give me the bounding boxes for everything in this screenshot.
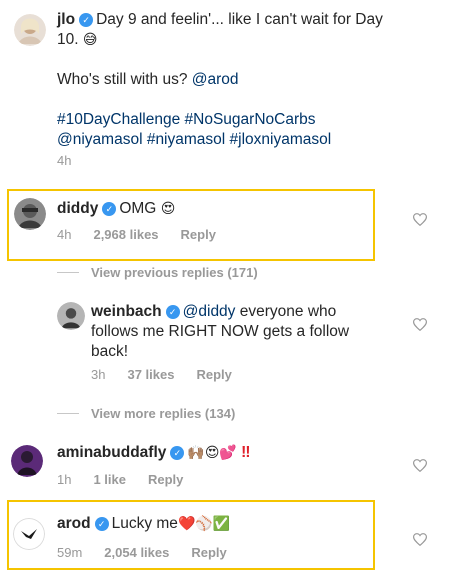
heart-baseball-check-emoji: ❤️⚾✅: [177, 516, 231, 532]
replies-divider-line: [57, 272, 79, 273]
comment-likes[interactable]: 37 likes: [127, 367, 174, 382]
comment-meta-weinbach: 3h 37 likes Reply: [91, 367, 254, 382]
reply-button[interactable]: Reply: [148, 472, 183, 487]
verified-badge-icon: [94, 517, 109, 531]
comment-meta-aminabuddafly: 1h 1 like Reply: [57, 472, 205, 487]
caption-line-1: Day 9 and feelin'... like I can't wait f…: [96, 11, 383, 28]
comment-text-diddy: OMG: [119, 200, 157, 217]
post-caption: jlo Day 9 and feelin'... like I can't wai…: [57, 10, 437, 150]
comment-meta-diddy: 4h 2,968 likes Reply: [57, 227, 238, 242]
view-more-replies-link[interactable]: View more replies (134): [91, 406, 235, 421]
sweat-smile-emoji: 😅: [82, 32, 98, 48]
comment-username-arod[interactable]: arod: [57, 515, 91, 532]
reply-button[interactable]: Reply: [196, 367, 231, 382]
comment-time: 4h: [57, 227, 72, 242]
mention-arod[interactable]: @arod: [192, 71, 239, 88]
reply-button[interactable]: Reply: [191, 545, 226, 560]
comment-aminabuddafly: aminabuddafly 🙌🏽😍💕 ‼: [57, 443, 251, 463]
post-username[interactable]: jlo: [57, 11, 75, 28]
comment-likes[interactable]: 1 like: [93, 472, 126, 487]
double-exclamation-emoji: ‼: [241, 444, 251, 461]
comment-text-line-3: back!: [91, 343, 129, 360]
avatar-arod[interactable]: [13, 518, 45, 550]
verified-badge-icon: [79, 13, 94, 27]
comment-username-weinbach[interactable]: weinbach: [91, 303, 162, 320]
heart-eyes-emoji: 😍: [160, 201, 176, 217]
like-heart-icon[interactable]: [413, 459, 427, 472]
comment-arod: arod Lucky me❤️⚾✅: [57, 514, 230, 534]
caption-question: Who's still with us?: [57, 71, 188, 88]
verified-badge-icon: [170, 446, 185, 460]
avatar-jlo[interactable]: [14, 14, 46, 46]
comment-diddy: diddy OMG 😍: [57, 199, 175, 219]
comment-likes[interactable]: 2,968 likes: [93, 227, 158, 242]
hashtags-line-2[interactable]: @niyamasol #niyamasol #jloxniyamasol: [57, 130, 437, 150]
caption-line-2: 10.: [57, 31, 79, 48]
view-previous-replies-link[interactable]: View previous replies (171): [91, 265, 258, 280]
emoji-reaction: 🙌🏽😍💕: [187, 445, 237, 461]
verified-badge-icon: [165, 305, 180, 319]
comment-time: 3h: [91, 367, 106, 382]
avatar-weinbach[interactable]: [57, 302, 85, 330]
comment-time: 59m: [57, 545, 83, 560]
comment-weinbach: weinbach @diddy everyone who follows me R…: [91, 302, 391, 362]
comment-text-line-1: everyone who: [239, 303, 337, 320]
hashtags-line-1[interactable]: #10DayChallenge #NoSugarNoCarbs: [57, 110, 437, 130]
like-heart-icon[interactable]: [413, 533, 427, 546]
avatar-aminabuddafly[interactable]: [11, 445, 43, 477]
reply-button[interactable]: Reply: [181, 227, 216, 242]
comment-text-arod: Lucky me: [111, 515, 178, 532]
comment-text-line-2: follows me RIGHT NOW gets a follow: [91, 323, 350, 340]
comment-likes[interactable]: 2,054 likes: [104, 545, 169, 560]
verified-badge-icon: [102, 202, 117, 216]
like-heart-icon[interactable]: [413, 213, 427, 226]
comment-username-aminabuddafly[interactable]: aminabuddafly: [57, 444, 166, 461]
comment-time: 1h: [57, 472, 72, 487]
mention-diddy[interactable]: @diddy: [183, 303, 236, 320]
post-time: 4h: [57, 153, 72, 168]
like-heart-icon[interactable]: [413, 318, 427, 331]
avatar-diddy[interactable]: [14, 198, 46, 230]
comment-username-diddy[interactable]: diddy: [57, 200, 98, 217]
comment-meta-arod: 59m 2,054 likes Reply: [57, 545, 249, 560]
replies-divider-line: [57, 413, 79, 414]
